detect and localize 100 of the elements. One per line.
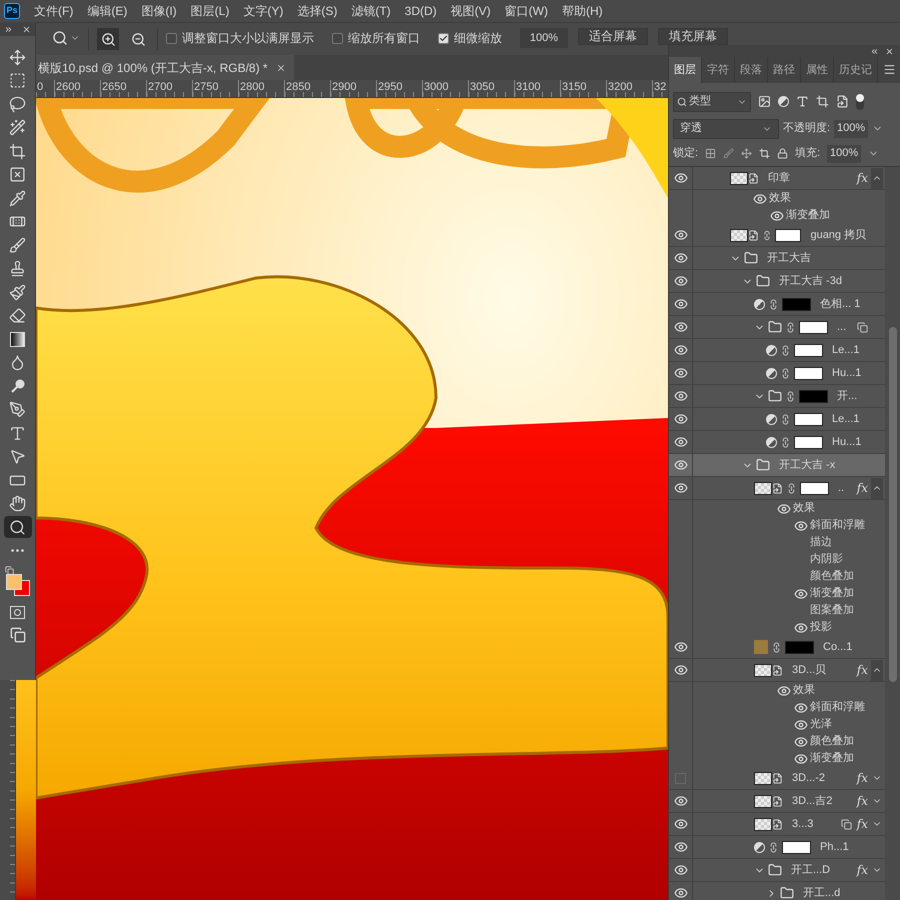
layer-row[interactable]: 3D...吉2 fx xyxy=(669,790,885,813)
effects-toggle[interactable] xyxy=(871,478,883,498)
effect-label[interactable]: 光泽 xyxy=(810,716,832,733)
visibility-eye-icon[interactable] xyxy=(794,518,808,532)
effect-label[interactable]: 投影 xyxy=(810,619,832,636)
layer-row[interactable]: 3D...贝 fx xyxy=(669,659,885,682)
zoom-in-button[interactable] xyxy=(97,28,119,50)
type-filter-icon[interactable] xyxy=(796,95,809,108)
effects-badge[interactable]: fx xyxy=(856,661,868,679)
app-logo[interactable]: Ps xyxy=(4,3,20,19)
menu-item[interactable]: 文件(F) xyxy=(34,2,74,20)
layer-row[interactable]: 开工...D fx xyxy=(669,859,885,882)
fill-field[interactable]: 100% xyxy=(827,144,862,162)
menu-item[interactable]: 选择(S) xyxy=(297,2,338,20)
swap-colors-icon[interactable] xyxy=(4,566,14,574)
layer-row[interactable]: 开工大吉 -3d xyxy=(669,270,885,293)
visibility-eye-icon[interactable] xyxy=(674,481,688,495)
visibility-eye-icon[interactable] xyxy=(674,389,688,403)
filter-toggle[interactable] xyxy=(856,94,864,110)
checkbox[interactable] xyxy=(166,32,177,44)
visibility-eye-icon[interactable] xyxy=(777,684,791,698)
visibility-eye-icon[interactable] xyxy=(674,320,688,334)
zoom-field[interactable]: 100% xyxy=(520,28,568,48)
effects-badge[interactable]: fx xyxy=(856,861,868,879)
shape-filter-icon[interactable] xyxy=(816,95,829,108)
visibility-eye-icon[interactable] xyxy=(753,192,767,206)
link-icon[interactable] xyxy=(771,642,782,652)
opacity-field[interactable]: 100% xyxy=(834,120,868,138)
visibility-eye-icon[interactable] xyxy=(674,228,688,242)
layer-row[interactable]: Hu...1 xyxy=(669,362,885,385)
visibility-eye-icon[interactable] xyxy=(794,752,808,766)
lock-all-icon[interactable] xyxy=(777,148,788,159)
link-icon[interactable] xyxy=(780,436,791,448)
visibility-eye-icon[interactable] xyxy=(674,458,688,472)
visibility-eye-icon[interactable] xyxy=(674,274,688,288)
lock-artboard-icon[interactable] xyxy=(759,148,770,159)
link-icon[interactable] xyxy=(785,390,796,402)
effects-badge[interactable]: fx xyxy=(856,792,868,810)
link-icon[interactable] xyxy=(780,344,791,356)
effect-label[interactable]: 内阴影 xyxy=(810,551,843,568)
visibility-eye-icon[interactable] xyxy=(674,412,688,426)
layer-row[interactable]: Ph...1 xyxy=(669,836,885,859)
link-icon[interactable] xyxy=(768,842,779,852)
panel-tab[interactable]: 图层 xyxy=(669,57,702,83)
effect-label[interactable]: 斜面和浮雕 xyxy=(810,517,865,534)
effects-badge[interactable]: fx xyxy=(856,169,868,187)
visibility-eye-icon[interactable] xyxy=(674,171,688,185)
zoom-in-icon[interactable] xyxy=(100,32,116,46)
close-icon[interactable] xyxy=(22,24,31,34)
panel-menu-icon[interactable] xyxy=(883,63,896,76)
visibility-eye-icon[interactable] xyxy=(674,817,688,831)
layer-row[interactable]: 开工大吉 -x xyxy=(669,454,885,477)
checkbox[interactable] xyxy=(332,32,343,44)
visibility-eye-icon[interactable] xyxy=(674,297,688,311)
visibility-eye-icon[interactable] xyxy=(674,251,688,265)
expand-icon[interactable] xyxy=(4,24,13,34)
visibility-eye-icon[interactable] xyxy=(794,620,808,634)
link-icon[interactable] xyxy=(786,482,797,494)
visibility-eye-icon[interactable] xyxy=(674,435,688,449)
screen-mode-icon[interactable] xyxy=(10,626,26,642)
search-icon[interactable] xyxy=(677,96,687,106)
visibility-eye-icon[interactable] xyxy=(674,343,688,357)
layer-row[interactable]: 3D...-2 fx xyxy=(669,767,885,790)
menu-item[interactable]: 图像(I) xyxy=(141,2,177,20)
close-icon[interactable] xyxy=(885,46,894,56)
visibility-eye-icon[interactable] xyxy=(674,863,688,877)
visibility-eye-icon[interactable] xyxy=(674,794,688,808)
fit-button[interactable]: 适合屏幕 xyxy=(578,28,648,45)
menu-item[interactable]: 图层(L) xyxy=(190,2,230,20)
effects-badge[interactable]: fx xyxy=(856,815,868,833)
menu-item[interactable]: 文字(Y) xyxy=(243,2,284,20)
layer-row[interactable]: 印章 fx xyxy=(669,167,885,190)
visibility-eye-icon[interactable] xyxy=(770,208,784,222)
collapse-icon[interactable] xyxy=(870,46,879,56)
visibility-eye-icon[interactable] xyxy=(794,734,808,748)
visibility-eye-icon[interactable] xyxy=(674,886,688,900)
layer-row[interactable]: Le...1 xyxy=(669,339,885,362)
link-icon[interactable] xyxy=(780,414,791,424)
visibility-eye-icon[interactable] xyxy=(674,366,688,380)
effect-label[interactable]: 颜色叠加 xyxy=(810,733,854,750)
checkbox-label[interactable]: 细微缩放 xyxy=(454,29,502,47)
layer-row[interactable]: ... xyxy=(669,316,885,339)
link-icon[interactable] xyxy=(768,298,779,310)
color-swatch[interactable] xyxy=(6,574,22,590)
layer-row[interactable]: 3...3 fx xyxy=(669,813,885,836)
menu-item[interactable]: 编辑(E) xyxy=(87,2,128,20)
zoom-tool-icon[interactable] xyxy=(52,30,68,46)
lock-position-icon[interactable] xyxy=(741,148,752,159)
effect-label[interactable]: 渐变叠加 xyxy=(786,207,830,224)
blend-mode-dropdown[interactable]: 穿透 xyxy=(673,118,779,138)
link-icon[interactable] xyxy=(780,368,791,378)
visibility-eye-icon[interactable] xyxy=(674,663,688,677)
lock-transparency-icon[interactable] xyxy=(705,148,716,159)
effect-label[interactable]: 斜面和浮雕 xyxy=(810,699,865,716)
close-icon[interactable] xyxy=(276,62,286,72)
layer-row[interactable]: 开... xyxy=(669,385,885,408)
layer-row[interactable]: Hu...1 xyxy=(669,431,885,454)
menu-item[interactable]: 3D(D) xyxy=(404,2,437,20)
layer-row[interactable]: 色相... 1 xyxy=(669,293,885,316)
menu-item[interactable]: 窗口(W) xyxy=(504,2,548,20)
